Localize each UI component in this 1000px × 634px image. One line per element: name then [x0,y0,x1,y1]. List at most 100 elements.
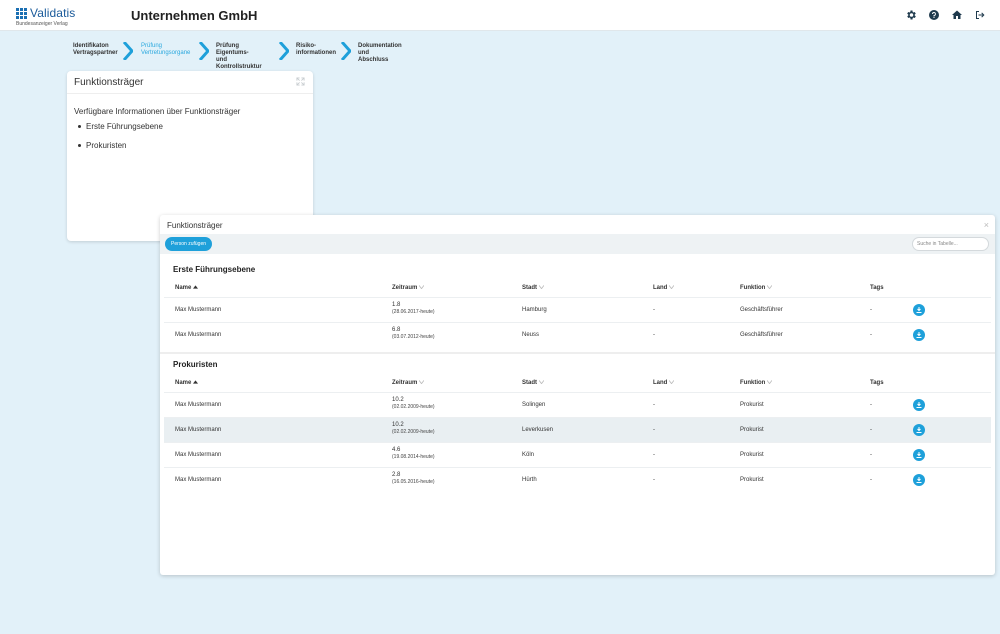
sort-icon [419,380,425,385]
column-header-zeitraum[interactable]: Zeitraum [392,380,425,386]
sort-asc-icon [193,380,199,385]
download-icon [916,402,922,408]
help-icon[interactable] [928,9,940,21]
sort-icon [669,285,675,290]
sort-icon [767,380,773,385]
cell-name: Max Mustermann [175,307,222,313]
sort-asc-icon [193,285,199,290]
download-button[interactable] [913,399,925,411]
column-header-funktion[interactable]: Funktion [740,380,773,386]
step-identifikation[interactable]: Identifikaton Vertragspartner [73,43,118,57]
step-risikoinformationen[interactable]: Risiko-informationen [296,43,336,57]
logo-name: Validatis [30,6,76,20]
list-item-prokuristen[interactable]: Prokuristen [78,141,163,150]
home-icon[interactable] [951,9,963,21]
download-button[interactable] [913,474,925,486]
download-button[interactable] [913,424,925,436]
card-info-list: Erste Führungsebene Prokuristen [78,122,163,160]
download-icon [916,427,922,433]
cell-funktion: Geschäftsführer [740,332,783,338]
cell-land: - [653,452,655,458]
cell-name: Max Mustermann [175,427,222,433]
sort-icon [419,285,425,290]
cell-funktion: Prokurist [740,477,764,483]
logo-subtitle: Bundesanzeiger Verlag [16,21,68,27]
sort-icon [767,285,773,290]
download-icon [916,477,922,483]
cell-land: - [653,332,655,338]
cell-land: - [653,477,655,483]
column-header-stadt[interactable]: Stadt [522,380,544,386]
cell-stadt: Hamburg [522,307,547,313]
modal-title: Funktionsträger [167,221,223,230]
cell-name: Max Mustermann [175,332,222,338]
step-dokumentation[interactable]: Dokumentation und Abschluss [358,43,402,64]
company-name: Unternehmen GmbH [131,8,258,23]
logo-mark-icon [16,7,27,19]
section-title-prokuristen: Prokuristen [173,360,218,369]
card-title: Funktionsträger [74,77,144,88]
column-header-stadt[interactable]: Stadt [522,285,544,291]
cell-name: Max Mustermann [175,402,222,408]
modal-toolbar: Person zufügen [160,234,995,254]
step-vertretungsorgane[interactable]: Prüfung Vertretungsorgane [141,43,190,57]
download-button[interactable] [913,449,925,461]
table-row[interactable]: Max Mustermann 2.8 (16.05.2016-heute) Hür… [164,467,991,492]
list-item-erste-fuehrungsebene[interactable]: Erste Führungsebene [78,122,163,131]
sort-icon [669,380,675,385]
cell-name: Max Mustermann [175,452,222,458]
cell-zeitraum: 1.8 (28.06.2017-heute) [392,302,435,315]
cell-stadt: Hürth [522,477,537,483]
cell-stadt: Köln [522,452,535,458]
cell-funktion: Prokurist [740,452,764,458]
cell-stadt: Solingen [522,402,546,408]
validatis-logo[interactable]: Validatis Bundesanzeiger Verlag [16,6,75,27]
column-header-tags: Tags [870,285,884,291]
top-header: Validatis Bundesanzeiger Verlag Unterneh… [0,0,1000,31]
cell-zeitraum: 4.6 (19.08.2014-heute) [392,447,435,460]
table-row[interactable]: Max Mustermann 10.2 (02.02.2009-heute) So… [164,392,991,417]
cell-zeitraum: 10.2 (02.02.2009-heute) [392,422,435,435]
download-icon [916,307,922,313]
logout-icon[interactable] [974,9,986,21]
column-header-name[interactable]: Name [175,380,199,386]
card-intro: Verfügbare Informationen über Funktionst… [74,107,241,116]
cell-tags: - [870,307,872,313]
download-icon [916,452,922,458]
chevron-right-icon [279,42,289,60]
cell-land: - [653,402,655,408]
cell-stadt: Leverkusen [522,427,554,433]
download-button[interactable] [913,329,925,341]
cell-zeitraum: 2.8 (16.05.2016-heute) [392,472,435,485]
cell-tags: - [870,477,872,483]
gear-icon[interactable] [905,9,917,21]
sort-icon [539,285,544,290]
column-header-zeitraum[interactable]: Zeitraum [392,285,425,291]
column-header-funktion[interactable]: Funktion [740,285,773,291]
table-row[interactable]: Max Mustermann 6.8 (03.07.2012-heute) Neu… [164,322,991,347]
chevron-right-icon [341,42,351,60]
cell-land: - [653,307,655,313]
sort-icon [539,380,544,385]
chevron-right-icon [123,42,133,60]
column-header-tags: Tags [870,380,884,386]
section-divider [160,352,995,354]
cell-tags: - [870,332,872,338]
expand-icon[interactable] [296,77,305,86]
table-row[interactable]: Max Mustermann 10.2 (02.02.2009-heute) Le… [164,417,991,442]
column-header-name[interactable]: Name [175,285,199,291]
table-row[interactable]: Max Mustermann 1.8 (28.06.2017-heute) Ham… [164,297,991,322]
cell-land: - [653,427,655,433]
table-row[interactable]: Max Mustermann 4.6 (19.08.2014-heute) Köl… [164,442,991,467]
cell-funktion: Prokurist [740,402,764,408]
close-icon[interactable]: × [984,220,989,230]
chevron-right-icon [199,42,209,60]
table-search-input[interactable] [912,237,989,251]
cell-tags: - [870,452,872,458]
cell-zeitraum: 6.8 (03.07.2012-heute) [392,327,435,340]
download-button[interactable] [913,304,925,316]
column-header-land[interactable]: Land [653,285,675,291]
column-header-land[interactable]: Land [653,380,675,386]
step-eigentumsstruktur[interactable]: Prüfung Eigentums-und Kontrollstruktur [216,43,262,71]
add-person-button[interactable]: Person zufügen [165,237,213,251]
